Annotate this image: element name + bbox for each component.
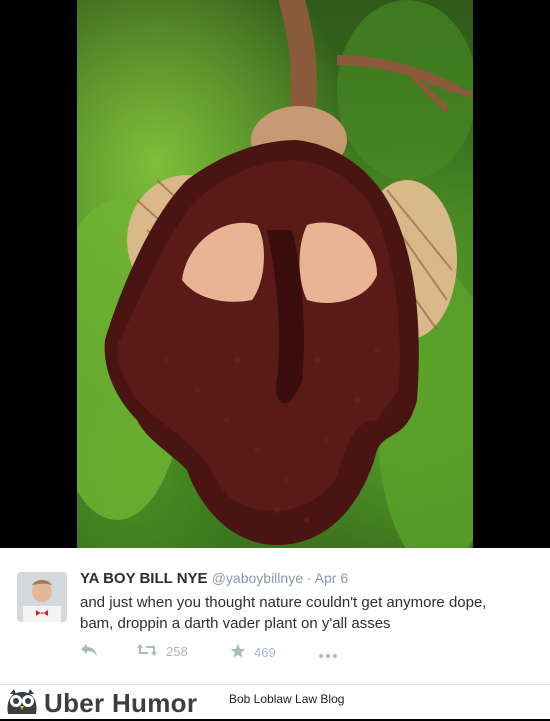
retweet-count: 258	[166, 644, 188, 659]
tweet-header: YA BOY BILL NYE @yaboybillnye · Apr 6	[80, 570, 348, 587]
tweet-text: and just when you thought nature couldn'…	[80, 594, 487, 632]
brand-name: Uber Humor	[44, 688, 198, 718]
reply-button[interactable]	[80, 643, 98, 660]
retweet-icon	[136, 643, 158, 660]
reply-icon	[80, 643, 98, 660]
display-name[interactable]: YA BOY BILL NYE	[80, 570, 208, 587]
avatar[interactable]	[17, 572, 67, 622]
photo-area	[0, 0, 550, 548]
favorite-count: 469	[254, 645, 276, 660]
watermark-footer: Uber Humor Bob Loblaw Law Blog	[0, 684, 550, 719]
more-icon	[318, 647, 338, 662]
owl-logo-icon	[4, 688, 40, 721]
retweet-button[interactable]: 258	[136, 643, 188, 660]
tweet-actions: 258 469	[80, 643, 360, 663]
tagline: Bob Loblaw Law Blog	[229, 692, 345, 706]
darth-vader-flower-photo	[77, 0, 473, 548]
tweet-card: YA BOY BILL NYE @yaboybillnye · Apr 6 an…	[0, 548, 550, 684]
star-icon	[230, 643, 246, 662]
favorite-button[interactable]: 469	[230, 643, 276, 662]
more-button[interactable]	[318, 647, 338, 662]
handle-and-date[interactable]: @yaboybillnye · Apr 6	[212, 570, 348, 586]
